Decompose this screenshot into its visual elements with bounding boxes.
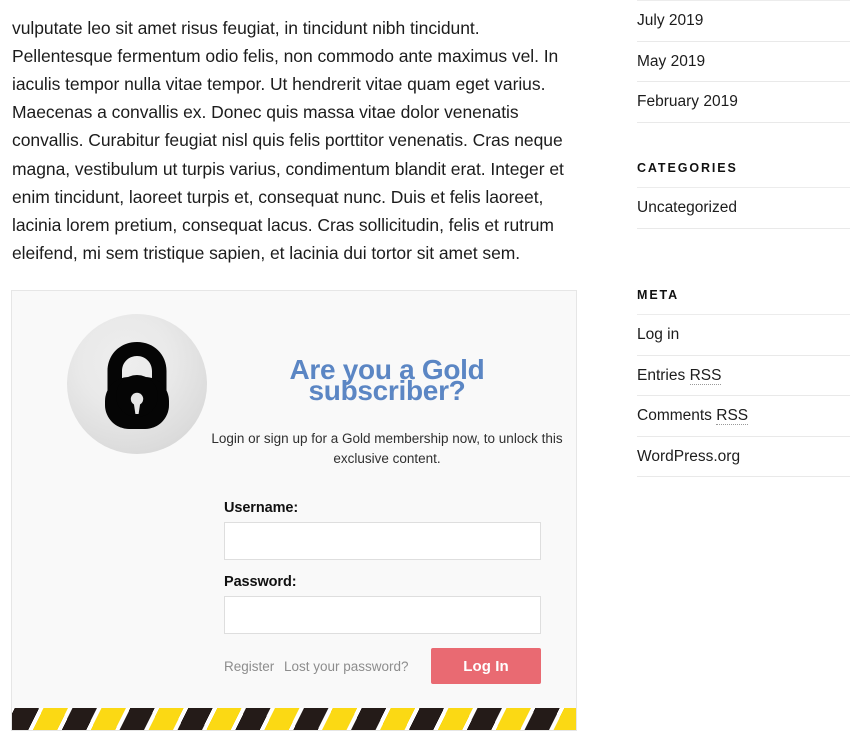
archive-link[interactable]: May 2019 [637, 53, 705, 70]
paywall-subtext: Login or sign up for a Gold membership n… [211, 431, 563, 466]
categories-title: Categories [637, 161, 738, 175]
meta-link-wordpress-org[interactable]: WordPress.org [637, 448, 740, 465]
login-form-footer: Register Lost your password? Log In [224, 648, 541, 688]
padlock-glyph [105, 342, 169, 429]
meta-item-log-in[interactable]: Log in [637, 315, 850, 356]
meta-item-entries-rss[interactable]: Entries RSS [637, 356, 850, 397]
password-label: Password: [224, 574, 297, 590]
hazard-stripe-decoration [12, 708, 576, 730]
rss-abbr: RSS [689, 366, 722, 385]
meta-link-log-in[interactable]: Log in [637, 326, 679, 343]
username-input[interactable] [224, 522, 541, 560]
meta-list: Log in Entries RSS Comments RSS WordPres… [637, 315, 850, 478]
archive-link[interactable]: July 2019 [637, 12, 703, 29]
meta-link-entries-rss[interactable]: Entries RSS [637, 366, 722, 385]
register-link[interactable]: Register [224, 659, 274, 674]
rss-abbr: RSS [716, 407, 749, 426]
categories-list: Uncategorized [637, 188, 850, 229]
meta-link-text: Comments [637, 407, 717, 425]
meta-link-text: Log in [637, 326, 680, 343]
category-item-uncategorized[interactable]: Uncategorized [637, 188, 850, 229]
categories-title-row: Categories [637, 155, 850, 187]
login-form: Username: Password: Register Lost your p… [224, 500, 554, 688]
meta-title-row: Meta [637, 282, 850, 314]
archive-item-may-2019[interactable]: May 2019 [637, 42, 850, 83]
meta-link-text: WordPress.org [637, 447, 741, 465]
lost-password-link[interactable]: Lost your password? [284, 659, 409, 674]
password-input[interactable] [224, 596, 541, 634]
paywall-card: Are you a Gold subscriber? Login or sign… [11, 290, 577, 731]
category-link[interactable]: Uncategorized [637, 199, 737, 216]
widget-categories: Categories Uncategorized [637, 155, 850, 229]
meta-link-text: Entries [637, 366, 690, 384]
archives-list: July 2019 May 2019 February 2019 [637, 1, 850, 123]
meta-title: Meta [637, 288, 680, 302]
widget-meta: Meta Log in Entries RSS Comments RSS Wor… [637, 282, 850, 478]
post-body-text: vulputate leo sit amet risus feugiat, in… [12, 17, 564, 264]
page-root: vulputate leo sit amet risus feugiat, in… [0, 0, 850, 743]
archive-item-february-2019[interactable]: February 2019 [637, 82, 850, 123]
meta-item-comments-rss[interactable]: Comments RSS [637, 396, 850, 437]
widget-archives: July 2019 May 2019 February 2019 [637, 0, 850, 123]
meta-link-comments-rss[interactable]: Comments RSS [637, 407, 749, 426]
login-button[interactable]: Log In [431, 648, 541, 684]
main-content-column: vulputate leo sit amet risus feugiat, in… [0, 0, 592, 743]
username-label: Username: [224, 500, 299, 516]
archive-item-july-2019[interactable]: July 2019 [637, 1, 850, 42]
padlock-icon [67, 314, 207, 454]
meta-item-wordpress-org[interactable]: WordPress.org [637, 437, 850, 478]
archive-link[interactable]: February 2019 [637, 93, 738, 110]
sidebar: July 2019 May 2019 February 2019 Categor… [637, 0, 850, 743]
paywall-heading: Are you a Gold subscriber? [289, 354, 485, 406]
